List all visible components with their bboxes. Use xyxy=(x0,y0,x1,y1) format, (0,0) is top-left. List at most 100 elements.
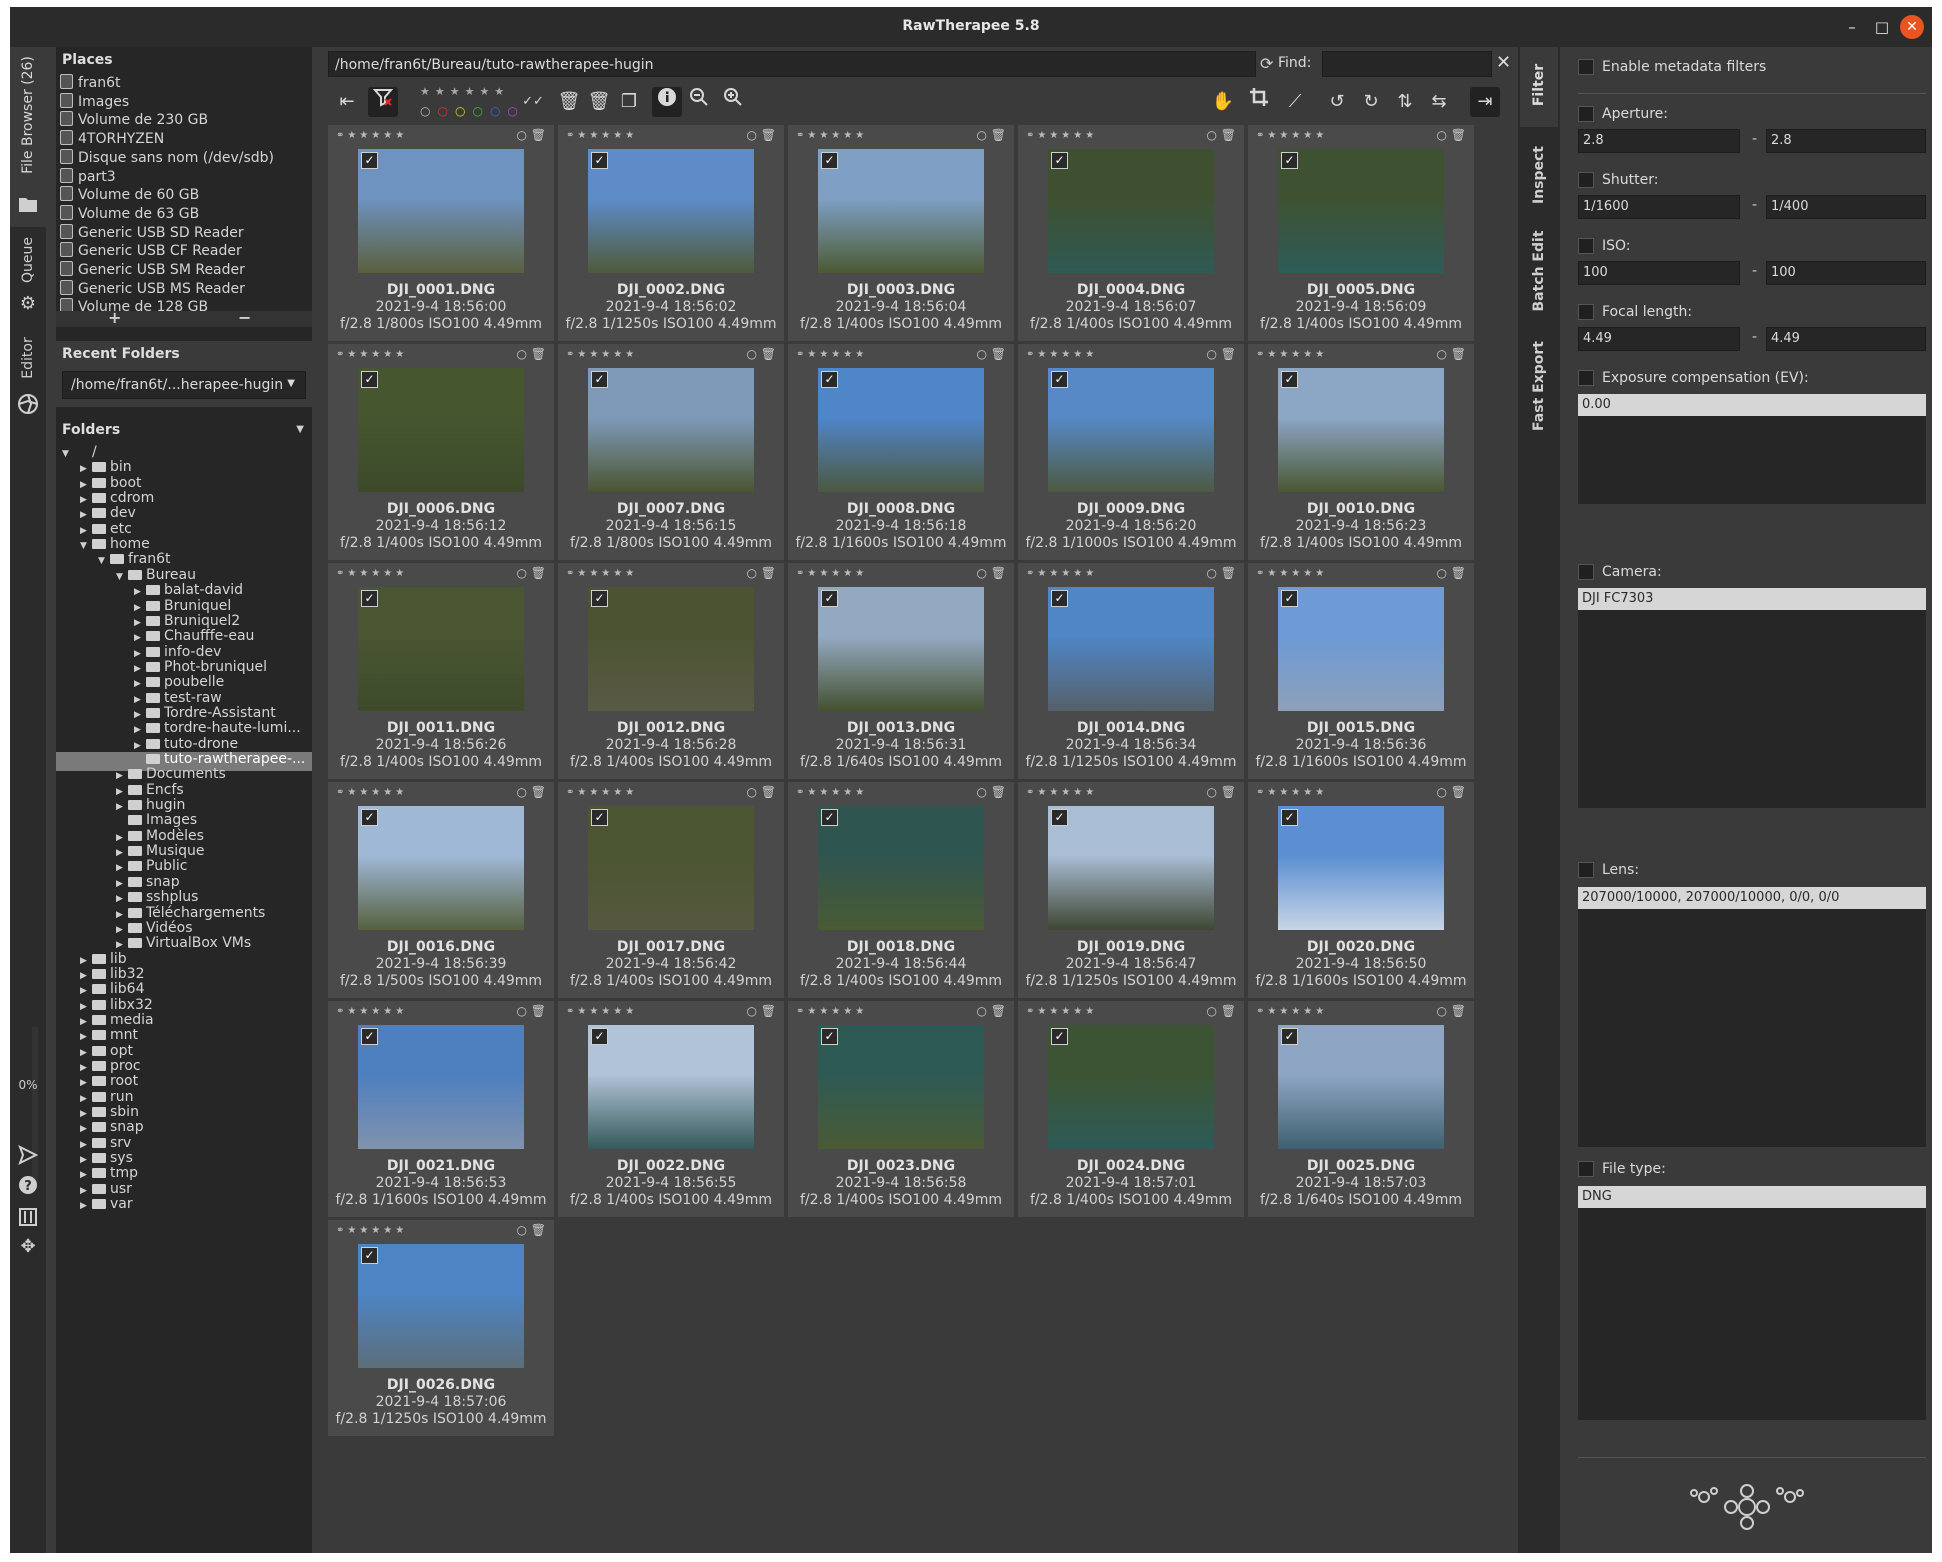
flip-horizontal-icon[interactable]: ⇆ xyxy=(1424,87,1454,117)
thumbnail-card[interactable]: ⚭★★★★★ ○ 🗑 ✓ DJI_0007.DNG 2021-9-4 18:56:15 f… xyxy=(558,344,784,560)
thumbnail-card[interactable]: ⚭★★★★★ ○ 🗑 ✓ DJI_0024.DNG 2021-9-4 18:57:01 f… xyxy=(1018,1001,1244,1217)
close-window-button[interactable]: ✕ xyxy=(1900,15,1924,39)
selection-checkbox[interactable]: ✓ xyxy=(591,371,608,388)
rating-stars[interactable]: ⚭★★★★★ xyxy=(1026,1006,1097,1017)
path-bar[interactable]: /home/fran6t/Bureau/tuto-rawtherapee-hug… xyxy=(328,51,1256,77)
folder-tree-item[interactable]: ▶ sbin xyxy=(80,1104,139,1120)
zoom-in-icon[interactable] xyxy=(718,87,748,117)
selection-checkbox[interactable]: ✓ xyxy=(1051,152,1068,169)
selection-checkbox[interactable]: ✓ xyxy=(1281,371,1298,388)
info-icon[interactable] xyxy=(652,87,682,117)
folder-tree-item[interactable]: ▶ media xyxy=(80,1012,154,1028)
thumbnail-actions[interactable]: ○ 🗑 xyxy=(746,1004,776,1018)
shutter-to-input[interactable]: 1/400 xyxy=(1766,195,1926,219)
hand-tool-icon[interactable]: ✋ xyxy=(1208,87,1238,117)
copy-icon[interactable]: ❐ xyxy=(614,87,644,117)
selection-checkbox[interactable]: ✓ xyxy=(591,809,608,826)
enable-metadata-checkbox[interactable] xyxy=(1578,59,1594,75)
thumbnail-card[interactable]: ⚭★★★★★ ○ 🗑 ✓ DJI_0013.DNG 2021-9-4 18:56:31 f… xyxy=(788,563,1014,779)
rating-stars[interactable]: ⚭★★★★★ xyxy=(1256,130,1327,141)
folder-tree-item[interactable]: ▶ info-dev xyxy=(134,644,221,660)
rating-stars[interactable]: ⚭★★★★★ xyxy=(336,349,407,360)
straighten-icon[interactable]: ⟋ xyxy=(1280,87,1310,117)
tab-editor[interactable]: Editor xyxy=(10,332,46,432)
folder-tree-item[interactable]: ▶ sshplus xyxy=(116,889,198,905)
iso-from-input[interactable]: 100 xyxy=(1578,261,1740,285)
thumbnail-image[interactable] xyxy=(1048,806,1214,930)
thumbnail-actions[interactable]: ○ 🗑 xyxy=(976,785,1006,799)
aperture-to-input[interactable]: 2.8 xyxy=(1766,129,1926,153)
rotate-left-icon[interactable]: ↺ xyxy=(1322,87,1352,117)
thumbnail-image[interactable] xyxy=(1278,149,1444,273)
thumbnail-card[interactable]: ⚭★★★★★ ○ 🗑 ✓ DJI_0019.DNG 2021-9-4 18:56:47 f… xyxy=(1018,782,1244,998)
aperture-checkbox[interactable] xyxy=(1578,106,1594,122)
rating-stars[interactable]: ⚭★★★★★ xyxy=(336,1006,407,1017)
selection-checkbox[interactable]: ✓ xyxy=(1281,152,1298,169)
folder-tree-item[interactable]: ▶ Tordre-Assistant xyxy=(134,705,276,721)
thumbnail-actions[interactable]: ○ 🗑 xyxy=(1436,128,1466,142)
thumbnail-image[interactable] xyxy=(1048,368,1214,492)
folder-tree-item[interactable]: ▶ Chaufffe-eau xyxy=(134,629,254,644)
thumbnail-image[interactable] xyxy=(588,368,754,492)
selection-checkbox[interactable]: ✓ xyxy=(1051,371,1068,388)
thumbnail-image[interactable] xyxy=(818,1025,984,1149)
send-to-queue-icon[interactable] xyxy=(18,1144,39,1166)
thumbnail-card[interactable]: ⚭★★★★★ ○ 🗑 ✓ DJI_0012.DNG 2021-9-4 18:56:28 f… xyxy=(558,563,784,779)
folder-tree-item[interactable]: ▶ lib xyxy=(80,951,127,967)
thumbnail-image[interactable] xyxy=(358,1244,524,1368)
thumbnail-card[interactable]: ⚭★★★★★ ○ 🗑 ✓ DJI_0026.DNG 2021-9-4 18:57:06 f… xyxy=(328,1220,554,1436)
camera-list[interactable]: DJI FC7303 xyxy=(1578,588,1926,808)
folder-tree-item[interactable]: ▶ Musique xyxy=(116,843,205,859)
expanded-arrow-icon[interactable]: ▼ xyxy=(62,447,74,462)
selection-checkbox[interactable]: ✓ xyxy=(821,590,838,607)
folders-collapse-icon[interactable]: ▼ xyxy=(296,417,304,443)
rating-stars[interactable]: ⚭★★★★★ xyxy=(1256,349,1327,360)
folder-tree-item[interactable]: ▶ Encfs xyxy=(116,782,184,798)
shutter-checkbox[interactable] xyxy=(1578,172,1594,188)
expanded-arrow-icon[interactable]: ▼ xyxy=(80,539,92,554)
folder-tree-item[interactable]: ▶ snap xyxy=(80,1120,144,1135)
folder-tree-item[interactable]: ▶ Vidéos xyxy=(116,920,193,936)
hide-left-panel-icon[interactable]: ⇤ xyxy=(332,87,362,117)
folder-tree-item[interactable]: ▶ tmp xyxy=(80,1166,138,1181)
rating-stars[interactable]: ⚭★★★★★ xyxy=(1256,787,1327,798)
minimize-button[interactable]: – xyxy=(1840,15,1864,39)
rating-stars[interactable]: ⚭★★★★★ xyxy=(566,568,637,579)
edited-filter-icon[interactable]: ✓✓ xyxy=(518,87,548,117)
remove-place-button[interactable]: − xyxy=(238,308,258,327)
folder-tree-item[interactable]: ▶ tordre-haute-lumi... xyxy=(134,721,301,736)
thumbnail-image[interactable] xyxy=(1278,806,1444,930)
selection-checkbox[interactable]: ✓ xyxy=(1051,590,1068,607)
rating-stars[interactable]: ⚭★★★★★ xyxy=(796,1006,867,1017)
file-type-list[interactable]: DNG xyxy=(1578,1186,1926,1420)
selection-checkbox[interactable]: ✓ xyxy=(1281,809,1298,826)
folder-tree-item[interactable]: Images xyxy=(116,813,197,828)
thumbnail-image[interactable] xyxy=(358,806,524,930)
folder-tree-item[interactable]: ▶ bin xyxy=(80,460,132,475)
shutter-from-input[interactable]: 1/1600 xyxy=(1578,195,1740,219)
folder-tree-item[interactable]: ▼ / xyxy=(62,444,97,462)
selection-checkbox[interactable]: ✓ xyxy=(1281,590,1298,607)
thumbnail-actions[interactable]: ○ 🗑 xyxy=(516,128,546,142)
rating-stars[interactable]: ⚭★★★★★ xyxy=(796,349,867,360)
selection-checkbox[interactable]: ✓ xyxy=(1051,1028,1068,1045)
selection-checkbox[interactable]: ✓ xyxy=(591,590,608,607)
tab-inspect[interactable]: Inspect xyxy=(1520,137,1558,217)
preferences-icon[interactable] xyxy=(18,1207,38,1227)
thumbnail-actions[interactable]: ○ 🗑 xyxy=(516,1223,546,1237)
thumbnail-card[interactable]: ⚭★★★★★ ○ 🗑 ✓ DJI_0005.DNG 2021-9-4 18:56:09 f… xyxy=(1248,125,1474,341)
thumbnail-card[interactable]: ⚭★★★★★ ○ 🗑 ✓ DJI_0017.DNG 2021-9-4 18:56:42 f… xyxy=(558,782,784,998)
thumbnail-image[interactable] xyxy=(818,368,984,492)
folder-tree-item[interactable]: ▶ test-raw xyxy=(134,690,222,706)
find-input[interactable] xyxy=(1322,51,1492,77)
thumbnail-card[interactable]: ⚭★★★★★ ○ 🗑 ✓ DJI_0025.DNG 2021-9-4 18:57:03 f… xyxy=(1248,1001,1474,1217)
rotate-right-icon[interactable]: ↻ xyxy=(1356,87,1386,117)
file-type-checkbox[interactable] xyxy=(1578,1161,1594,1177)
thumbnail-image[interactable] xyxy=(1278,587,1444,711)
folder-tree-item[interactable]: ▶ run xyxy=(80,1089,134,1105)
thumbnail-image[interactable] xyxy=(358,1025,524,1149)
folder-tree-item[interactable]: ▶ Bruniquel2 xyxy=(134,613,240,629)
refresh-icon[interactable]: ⟳ xyxy=(1260,54,1273,73)
folder-tree-item[interactable]: ▶ etc xyxy=(80,521,132,537)
folder-tree-item[interactable]: ▶ root xyxy=(80,1074,138,1089)
